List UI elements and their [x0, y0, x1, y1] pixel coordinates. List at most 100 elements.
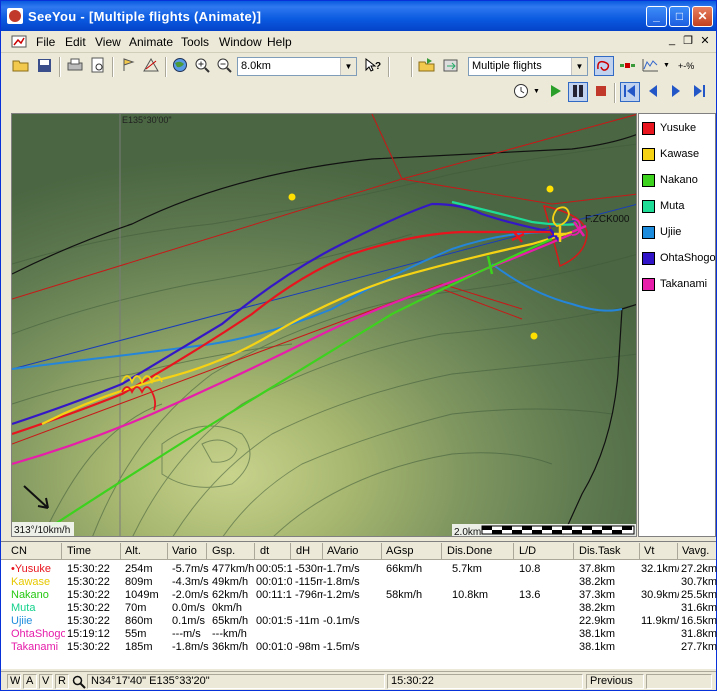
menu-edit[interactable]: Edit — [65, 35, 86, 49]
waypoint-marker[interactable] — [546, 185, 554, 193]
print-button[interactable] — [65, 56, 85, 76]
statistics-button[interactable]: +-% — [675, 56, 695, 76]
step-back-button[interactable] — [643, 82, 663, 102]
col-header-alt[interactable]: Alt. — [125, 545, 141, 557]
satellite-icon — [620, 63, 635, 68]
menu-file[interactable]: File — [36, 35, 55, 49]
clock-dropdown-icon[interactable]: ▼ — [533, 88, 540, 95]
status-previous[interactable]: Previous — [586, 674, 644, 689]
cell-alt: 70m — [125, 602, 147, 614]
menu-tools[interactable]: Tools — [181, 35, 209, 49]
status-empty-panel — [646, 674, 712, 689]
cell-dh: -98m — [295, 641, 321, 653]
cell-dt: 00:01:5 — [256, 615, 292, 627]
export-button[interactable] — [441, 56, 461, 76]
col-header-dis-task[interactable]: Dis.Task — [579, 545, 621, 557]
table-row[interactable]: Ujiie 15:30:22 860m 0.1m/s 65km/h 00:01:5 -11m… — [1, 615, 717, 628]
waypoint-marker[interactable] — [288, 193, 296, 201]
col-header-vavg[interactable]: Vavg. — [682, 545, 709, 557]
waypoint-button[interactable] — [118, 56, 138, 76]
play-button[interactable] — [545, 82, 565, 102]
table-row[interactable]: OhtaShogo 15:19:12 55m ---m/s ---km/h 38.1km 3… — [1, 628, 717, 641]
open-folder-button[interactable] — [11, 56, 31, 76]
barogram-button[interactable] — [641, 56, 661, 76]
clock-button[interactable] — [511, 82, 531, 102]
col-header-vario[interactable]: Vario — [172, 545, 197, 557]
zoom-in-button[interactable] — [193, 56, 213, 76]
status-tab-a[interactable]: A — [23, 674, 37, 689]
track-mode-button[interactable] — [594, 56, 614, 76]
table-row[interactable]: Takanami 15:30:22 185m -1.8m/s 36km/h 00:01:0… — [1, 641, 717, 654]
waypoint-marker[interactable] — [530, 332, 538, 340]
column-divider[interactable] — [441, 543, 442, 559]
column-divider[interactable] — [206, 543, 207, 559]
col-header-gsp[interactable]: Gsp. — [212, 545, 235, 557]
column-divider[interactable] — [290, 543, 291, 559]
mdi-minimize-button[interactable]: _ — [665, 34, 679, 46]
skip-end-button[interactable] — [689, 82, 709, 102]
table-row[interactable]: Kawase 15:30:22 809m -4.3m/s 49km/h 00:01:0 -1… — [1, 576, 717, 589]
table-row[interactable]: •Yusuke 15:30:22 254m -5.7m/s 477km/h 00:05:1… — [1, 563, 717, 576]
pause-button[interactable] — [568, 82, 588, 102]
menu-animate[interactable]: Animate — [129, 35, 173, 49]
status-tab-r[interactable]: R — [55, 674, 69, 689]
cell-time: 15:30:22 — [67, 602, 110, 614]
barogram-dropdown-icon[interactable]: ▼ — [663, 62, 670, 69]
col-header-cn[interactable]: CN — [11, 545, 27, 557]
step-forward-button[interactable] — [666, 82, 686, 102]
seeyou-app-icon[interactable] — [7, 8, 23, 24]
satellite-button[interactable] — [618, 56, 638, 76]
col-header-dis-done[interactable]: Dis.Done — [447, 545, 492, 557]
dropdown-arrow-icon[interactable]: ▼ — [571, 58, 587, 75]
menu-view[interactable]: View — [95, 35, 121, 49]
mdi-close-button[interactable]: ✕ — [698, 34, 712, 47]
column-divider[interactable] — [167, 543, 168, 559]
column-divider[interactable] — [513, 543, 514, 559]
zoom-distance-select[interactable]: 8.0km ▼ — [237, 57, 357, 76]
stop-button[interactable] — [591, 82, 611, 102]
column-divider[interactable] — [322, 543, 323, 559]
col-header-vt[interactable]: Vt — [644, 545, 654, 557]
dropdown-arrow-icon[interactable]: ▼ — [340, 58, 356, 75]
column-divider[interactable] — [381, 543, 382, 559]
flight-map[interactable]: E135°30'00" F.ZCK000 313°/10km/h 2.0km — [11, 113, 637, 537]
column-divider[interactable] — [61, 543, 62, 559]
status-tab-v[interactable]: V — [39, 674, 53, 689]
col-header-dh[interactable]: dH — [296, 545, 310, 557]
col-header-avario[interactable]: AVario — [327, 545, 358, 557]
menu-help[interactable]: Help — [267, 35, 292, 49]
minimize-button[interactable]: _ — [646, 6, 667, 27]
maximize-button[interactable]: □ — [669, 6, 690, 27]
col-header-agsp[interactable]: AGsp — [386, 545, 414, 557]
title-bar[interactable]: SeeYou - [Multiple flights (Animate)] _ … — [1, 1, 716, 31]
mdi-restore-button[interactable]: ❐ — [681, 34, 695, 47]
magnifier-icon[interactable] — [72, 675, 86, 689]
skip-start-button[interactable] — [620, 82, 640, 102]
view-mode-select[interactable]: Multiple flights ▼ — [468, 57, 588, 76]
print-preview-button[interactable] — [88, 56, 108, 76]
legend-swatch — [642, 200, 655, 213]
zoom-out-button[interactable] — [215, 56, 235, 76]
context-help-button[interactable]: ? — [363, 56, 383, 76]
col-header-ld[interactable]: L/D — [519, 545, 536, 557]
globe-button[interactable] — [170, 56, 190, 76]
import-flight-button[interactable] — [417, 56, 437, 76]
table-row[interactable]: Nakano 15:30:22 1049m -2.0m/s 62km/h 00:11:1-… — [1, 589, 717, 602]
task-button[interactable] — [141, 56, 161, 76]
column-divider[interactable] — [639, 543, 640, 559]
column-divider[interactable] — [677, 543, 678, 559]
flight-data-table[interactable]: CN Time Alt. Vario Gsp. dt dH AVario AGs… — [1, 541, 717, 669]
column-divider[interactable] — [254, 543, 255, 559]
table-row[interactable]: Muta 15:30:22 70m 0.0m/s 0km/h 38.2km 31.6km — [1, 602, 717, 615]
menu-window[interactable]: Window — [219, 35, 262, 49]
column-divider[interactable] — [573, 543, 574, 559]
close-button[interactable]: ✕ — [692, 6, 713, 27]
mdi-child-icon[interactable] — [11, 34, 29, 50]
cell-cn: Takanami — [11, 641, 59, 653]
col-header-dt[interactable]: dt — [260, 545, 269, 557]
status-tab-w[interactable]: W — [7, 674, 21, 689]
save-button[interactable] — [35, 56, 55, 76]
col-header-time[interactable]: Time — [67, 545, 91, 557]
column-divider[interactable] — [120, 543, 121, 559]
terrain-map-svg[interactable]: E135°30'00" F.ZCK000 313°/10km/h 2.0km — [12, 114, 637, 537]
